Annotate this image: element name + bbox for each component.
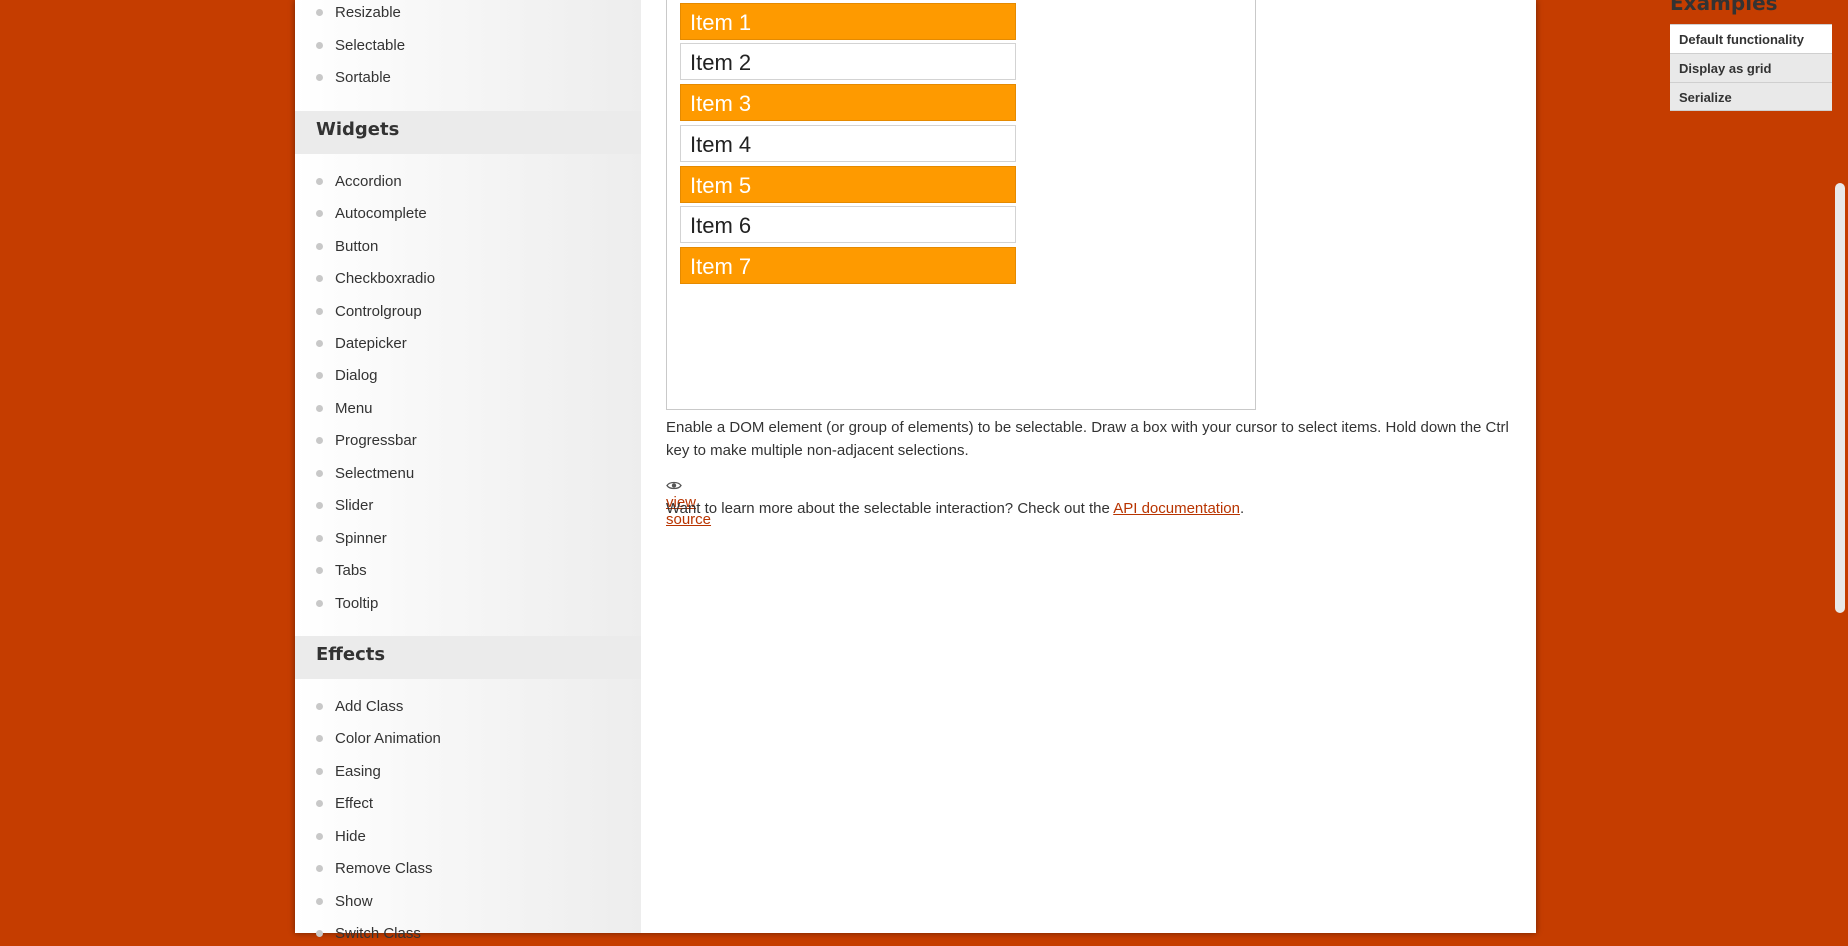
bullet-icon	[316, 897, 323, 905]
sidebar-item-tooltip[interactable]: Tooltip	[316, 592, 378, 616]
page-container: Resizable Selectable Sortable Widgets Ac…	[295, 0, 1848, 942]
sidebar-item-effect[interactable]: Effect	[316, 792, 373, 816]
bullet-icon	[316, 436, 323, 444]
scrollbar-thumb[interactable]	[1835, 183, 1845, 613]
sidebar-item-progressbar[interactable]: Progressbar	[316, 429, 417, 453]
sidebar-item-sortable[interactable]: Sortable	[316, 66, 391, 90]
bullet-icon	[316, 371, 323, 379]
bullet-icon	[316, 534, 323, 542]
bullet-icon	[316, 864, 323, 872]
sidebar-item-remove-class[interactable]: Remove Class	[316, 857, 433, 881]
examples-panel: Examples Default functionality Display a…	[1670, 0, 1848, 111]
bullet-icon	[316, 209, 323, 217]
bullet-icon	[316, 799, 323, 807]
selectable-item[interactable]: Item 1	[680, 3, 1016, 40]
bullet-icon	[316, 702, 323, 710]
bullet-icon	[316, 404, 323, 412]
example-display-as-grid[interactable]: Display as grid	[1670, 53, 1848, 82]
sidebar-item-button[interactable]: Button	[316, 235, 378, 259]
sidebar-item-menu[interactable]: Menu	[316, 397, 373, 421]
sidebar-item-hide[interactable]: Hide	[316, 825, 366, 849]
sidebar-item-slider[interactable]: Slider	[316, 494, 373, 518]
demo-frame[interactable]: Item 1 Item 2 Item 3 Item 4 Item 5 Item …	[666, 0, 1256, 410]
example-serialize[interactable]: Serialize	[1670, 82, 1848, 111]
bullet-icon	[316, 599, 323, 607]
bullet-icon	[316, 307, 323, 315]
sidebar-item-color-animation[interactable]: Color Animation	[316, 727, 441, 751]
description-text: Enable a DOM element (or group of elemen…	[666, 419, 1509, 459]
api-documentation-link[interactable]: API documentation	[1113, 500, 1240, 517]
selectable-item[interactable]: Item 3	[680, 84, 1016, 121]
sidebar-item-switch-class[interactable]: Switch Class	[316, 922, 421, 946]
page-scrollbar[interactable]	[1832, 0, 1848, 933]
examples-heading: Examples	[1670, 0, 1778, 15]
bullet-icon	[316, 734, 323, 742]
bullet-icon	[316, 469, 323, 477]
bullet-icon	[316, 566, 323, 574]
bullet-icon	[316, 177, 323, 185]
bullet-icon	[316, 832, 323, 840]
selectable-item[interactable]: Item 7	[680, 247, 1016, 284]
sidebar-item-selectmenu[interactable]: Selectmenu	[316, 462, 414, 486]
selectable-item[interactable]: Item 5	[680, 166, 1016, 203]
sidebar-heading-effects: Effects	[295, 636, 641, 679]
bullet-icon	[316, 929, 323, 937]
example-default-functionality[interactable]: Default functionality	[1670, 24, 1848, 53]
selectable-item[interactable]: Item 6	[680, 206, 1016, 243]
sidebar-item-tabs[interactable]: Tabs	[316, 559, 367, 583]
bullet-icon	[316, 767, 323, 775]
sidebar-item-easing[interactable]: Easing	[316, 760, 381, 784]
bullet-icon	[316, 8, 323, 16]
bullet-icon	[316, 41, 323, 49]
sidebar-item-selectable[interactable]: Selectable	[316, 34, 405, 58]
sidebar-item-datepicker[interactable]: Datepicker	[316, 332, 407, 356]
learn-more-text: Want to learn more about the selectable …	[666, 500, 1245, 517]
sidebar-item-spinner[interactable]: Spinner	[316, 527, 387, 551]
sidebar-item-resizable[interactable]: Resizable	[316, 1, 401, 25]
sidebar-item-checkboxradio[interactable]: Checkboxradio	[316, 267, 435, 291]
bullet-icon	[316, 339, 323, 347]
sidebar-item-accordion[interactable]: Accordion	[316, 170, 402, 194]
sidebar-item-show[interactable]: Show	[316, 890, 373, 914]
sidebar-heading-widgets: Widgets	[295, 111, 641, 154]
selectable-item[interactable]: Item 4	[680, 125, 1016, 162]
bullet-icon	[316, 242, 323, 250]
bullet-icon	[316, 501, 323, 509]
sidebar-item-controlgroup[interactable]: Controlgroup	[316, 300, 422, 324]
eye-icon	[666, 481, 682, 490]
sidebar-item-add-class[interactable]: Add Class	[316, 695, 403, 719]
sidebar: Resizable Selectable Sortable Widgets Ac…	[295, 0, 641, 942]
selectable-item[interactable]: Item 2	[680, 43, 1016, 80]
sidebar-item-dialog[interactable]: Dialog	[316, 364, 378, 388]
bullet-icon	[316, 73, 323, 81]
bullet-icon	[316, 274, 323, 282]
sidebar-item-autocomplete[interactable]: Autocomplete	[316, 202, 427, 226]
